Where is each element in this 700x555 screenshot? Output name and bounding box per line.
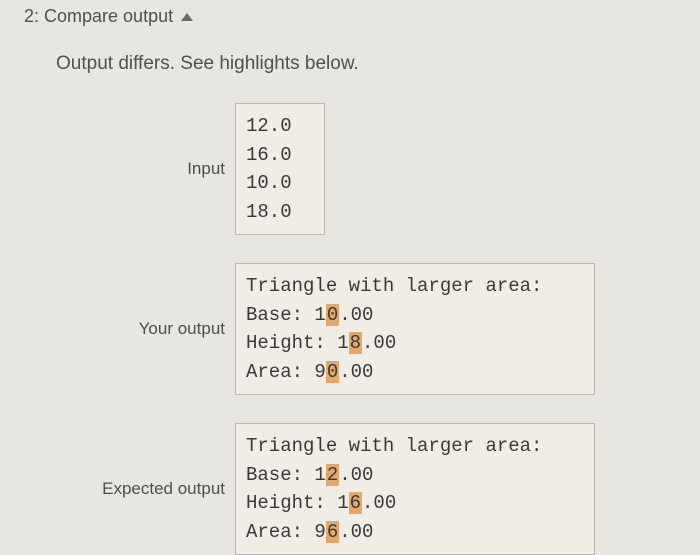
output-text: .00	[339, 361, 373, 383]
diff-highlight: 6	[349, 492, 362, 514]
input-box: 12.0 16.0 10.0 18.0	[235, 103, 325, 235]
output-text: .00	[339, 521, 373, 543]
output-text: Area: 9	[246, 521, 326, 543]
your-output-box: Triangle with larger area: Base: 10.00 H…	[235, 263, 595, 395]
expected-output-box: Triangle with larger area: Base: 12.00 H…	[235, 423, 595, 555]
section-title: 2: Compare output	[24, 6, 173, 27]
diff-highlight: 6	[326, 521, 339, 543]
input-row: Input 12.0 16.0 10.0 18.0	[0, 103, 700, 235]
diff-highlight: 0	[326, 361, 339, 383]
input-line: 18.0	[246, 201, 292, 223]
diff-message: Output differs. See highlights below.	[0, 27, 700, 75]
output-text: .00	[339, 464, 373, 486]
output-text: Height: 1	[246, 332, 349, 354]
output-text: Area: 9	[246, 361, 326, 383]
input-line: 16.0	[246, 144, 292, 166]
your-output-row: Your output Triangle with larger area: B…	[0, 263, 700, 395]
diff-highlight: 2	[326, 464, 339, 486]
your-output-label: Your output	[0, 319, 235, 339]
output-text: .00	[339, 304, 373, 326]
diff-highlight: 0	[326, 304, 339, 326]
output-text: Triangle with larger area:	[246, 275, 542, 297]
output-text: Triangle with larger area:	[246, 435, 542, 457]
output-text: Base: 1	[246, 464, 326, 486]
section-header[interactable]: 2: Compare output	[0, 0, 700, 27]
expected-output-label: Expected output	[0, 479, 235, 499]
input-label: Input	[0, 159, 235, 179]
chevron-up-icon	[181, 13, 193, 21]
input-line: 10.0	[246, 172, 292, 194]
output-text: .00	[362, 332, 396, 354]
output-text: .00	[362, 492, 396, 514]
input-line: 12.0	[246, 115, 292, 137]
output-text: Height: 1	[246, 492, 349, 514]
diff-highlight: 8	[349, 332, 362, 354]
expected-output-row: Expected output Triangle with larger are…	[0, 423, 700, 555]
output-text: Base: 1	[246, 304, 326, 326]
